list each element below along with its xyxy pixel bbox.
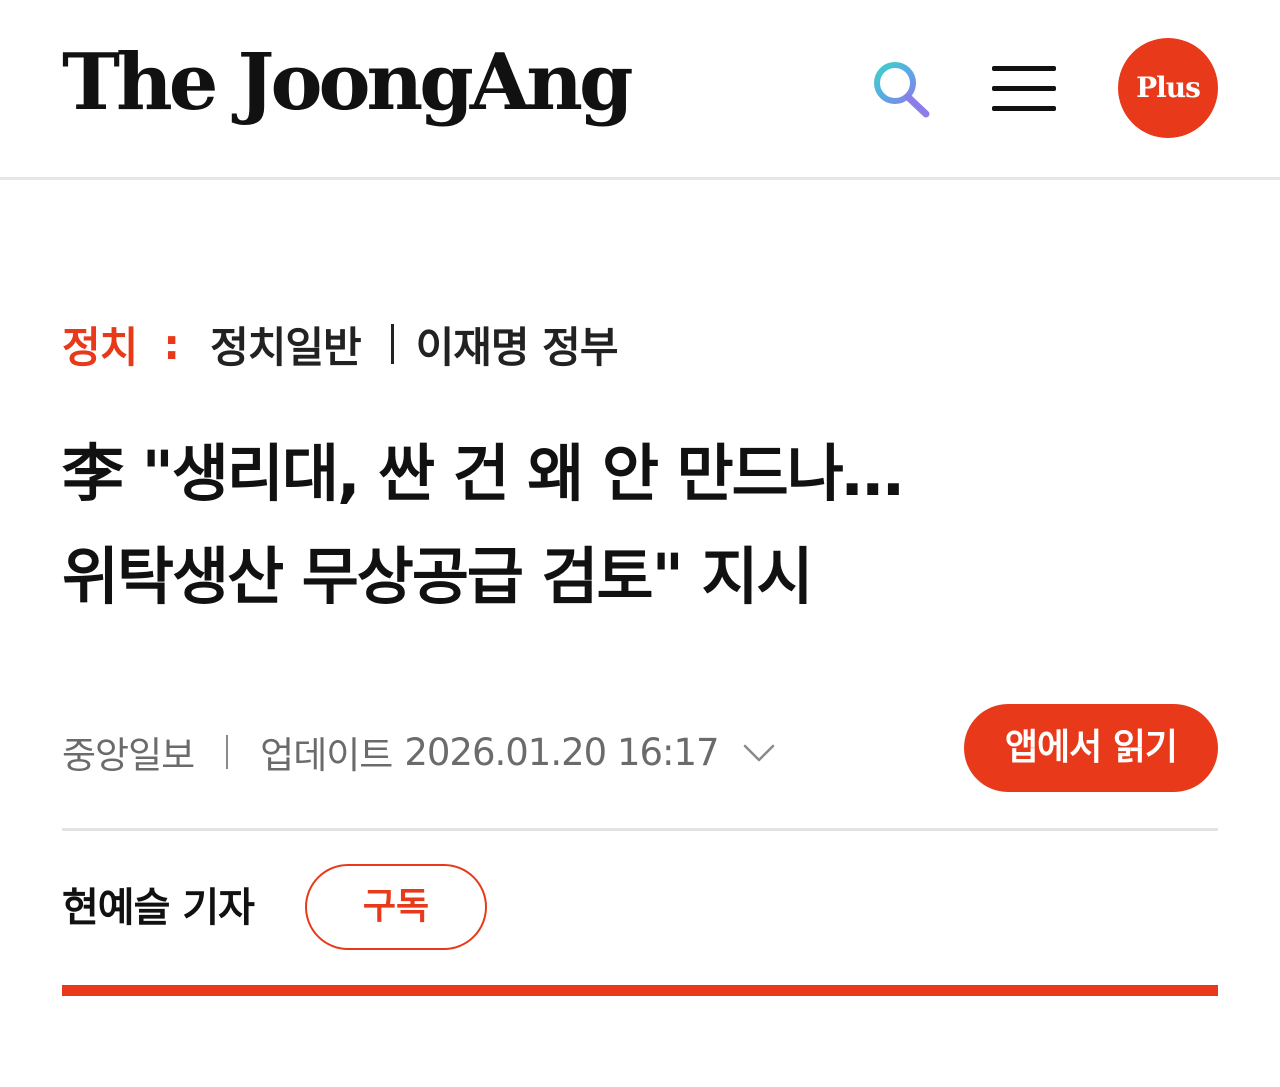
headline-line: 李 "생리대, 싼 건 왜 안 만드나… [62, 437, 904, 510]
chevron-down-icon[interactable] [741, 734, 777, 770]
meta-divider [226, 735, 229, 769]
hamburger-menu-icon[interactable] [992, 62, 1058, 114]
accent-bar [62, 985, 1218, 996]
updated-timestamp: 2026.01.20 16:17 [404, 730, 719, 774]
headline-line: 위탁생산 무상공급 검토" 지시 [62, 540, 814, 613]
breadcrumb-section[interactable]: 정치 [62, 314, 138, 375]
breadcrumb-separator: : [163, 319, 181, 369]
breadcrumb-series[interactable]: 이재명 정부 [416, 314, 619, 375]
site-header: The JoongAng Plus [0, 0, 1280, 180]
search-icon [874, 62, 930, 118]
menu-bar [992, 86, 1056, 91]
breadcrumb-divider [390, 324, 394, 364]
breadcrumb: 정치 : 정치일반 이재명 정부 [62, 314, 619, 375]
menu-bar [992, 66, 1056, 71]
updated-label: 업데이트 [260, 734, 393, 777]
read-in-app-button[interactable]: 앱에서 읽기 [964, 704, 1218, 792]
reporter-name[interactable]: 현예슬 기자 [62, 878, 255, 938]
plus-button[interactable]: Plus [1118, 38, 1218, 138]
site-logo[interactable]: The JoongAng [62, 28, 634, 138]
article-source: 중앙일보 [62, 734, 195, 777]
section-divider [62, 828, 1218, 831]
breadcrumb-subsection[interactable]: 정치일반 [210, 314, 362, 375]
article-headline: 李 "생리대, 싼 건 왜 안 만드나… 위탁생산 무상공급 검토" 지시 [62, 422, 1062, 628]
article-meta: 중앙일보 업데이트 2026.01.20 16:17 [62, 722, 777, 782]
search-button[interactable] [868, 56, 932, 120]
subscribe-button[interactable]: 구독 [305, 864, 487, 950]
menu-bar [992, 106, 1056, 111]
